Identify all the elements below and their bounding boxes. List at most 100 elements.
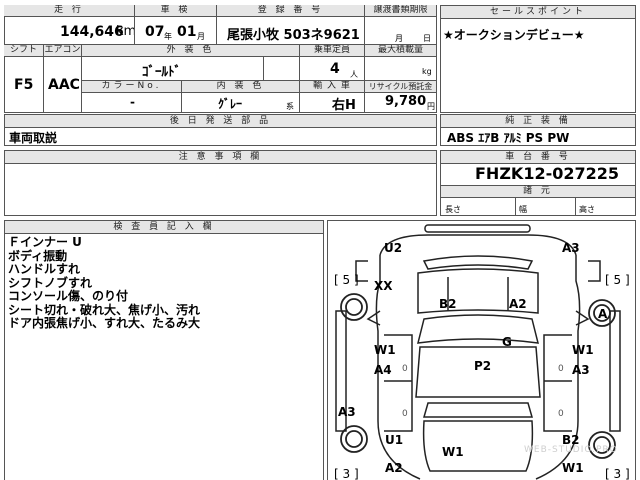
inspector-note-line: Ｆインナー U (8, 235, 82, 249)
equipment-label: 純 正 装 備 (441, 115, 635, 128)
inspection-year: 07 (145, 24, 165, 40)
length-label: 長さ (445, 205, 461, 214)
equipment-box: 純 正 装 備 ABS ｴｱB ｱﾙﾐ PS PW (440, 114, 636, 146)
max-load-unit: kg (422, 67, 432, 76)
panel-zero-left: 0 (402, 364, 408, 374)
panel-zero-right-lower: 0 (558, 409, 564, 419)
exterior-color-cell: ｺﾞｰﾙﾄﾞ (82, 57, 264, 81)
recycle-value: 9,780 (385, 94, 427, 109)
sales-point-box: セールスポイント ★オークションデビュー★ (440, 5, 636, 113)
import-label: 輸 入 車 (300, 81, 365, 93)
shift-value: F5 (14, 77, 34, 93)
damage-p2: P2 (474, 359, 492, 373)
dims-divider-1 (515, 198, 516, 216)
dims-label: 諸 元 (441, 185, 635, 198)
damage-a3-right: A3 (572, 363, 590, 377)
color-number-cell: - (82, 93, 182, 113)
transfer-day-unit: 日 (423, 34, 431, 43)
chassis-box: 車 台 番 号 FHZK12-027225 諸 元 長さ 幅 高さ (440, 150, 636, 216)
damage-a3-left: A3 (338, 405, 356, 419)
import-cell: 右H (300, 93, 365, 113)
inspector-note-line: ハンドルすれ (8, 262, 81, 276)
mileage-value: 144,646 (60, 24, 124, 40)
damage-u2: U2 (384, 241, 403, 255)
dims-row: 長さ 幅 高さ (441, 198, 635, 216)
delivered-parts-value: 車両取説 (9, 131, 58, 145)
damage-xx: XX (374, 279, 393, 293)
color-number-label: カラーNo. (82, 81, 182, 93)
inspection-cell: 07 年 01 月 (135, 17, 217, 45)
inspector-note-line: シフトノブすれ (8, 275, 93, 290)
chassis-label: 車 台 番 号 (441, 151, 635, 164)
interior-color-value: ｸﾞﾚｰ (218, 97, 243, 111)
registration-cell: 尾張小牧 503ネ9621 (217, 17, 365, 45)
registration-value: 尾張小牧 503ネ9621 (227, 28, 360, 43)
damage-a4: A4 (374, 363, 392, 377)
shift-label: シフト (4, 45, 44, 57)
damage-three-left: [ 3 ] (334, 467, 359, 480)
damage-a3-top: A3 (562, 241, 580, 255)
inspector-notes-lines: Ｆインナー U ボディ振動 ハンドルすれ シフトノブすれ コンソール傷、のり付 … (8, 235, 201, 331)
transfer-month-unit: 月 (395, 34, 403, 43)
inspection-label: 車 検 (135, 5, 217, 17)
capacity-label: 乗車定員 (300, 45, 365, 57)
caution-box: 注 意 事 項 欄 (4, 150, 437, 216)
damage-a2-bottom: A2 (385, 461, 403, 475)
delivered-parts-label: 後 日 発 送 部 品 (5, 115, 436, 128)
damage-three-right: [ 3 ] (605, 467, 630, 480)
damage-u1: U1 (385, 433, 404, 447)
height-label: 高さ (579, 205, 595, 214)
damage-w1-bottom-right: W1 (562, 461, 584, 475)
damage-a-right: A (598, 307, 608, 321)
inspection-month-unit: 月 (197, 32, 205, 41)
inspector-notes-label: 検 査 員 記 入 欄 (5, 221, 323, 234)
transfer-deadline-cell: 月 日 (365, 17, 437, 45)
panel-zero-left-lower: 0 (402, 409, 408, 419)
import-value: 右H (332, 98, 356, 113)
panel-zero-right: 0 (558, 364, 564, 374)
registration-label: 登 録 番 号 (217, 5, 365, 17)
inspection-year-unit: 年 (164, 32, 172, 41)
exterior-color-extra (264, 57, 300, 81)
sales-point-value: ★オークションデビュー★ (443, 28, 585, 42)
damage-b2-top: B2 (439, 297, 457, 311)
capacity-value: 4 (330, 61, 340, 77)
max-load-cell: kg (365, 57, 437, 81)
damage-g: G (502, 335, 512, 349)
width-label: 幅 (519, 205, 527, 214)
inspector-note-line: ドア内張焦げ小、すれ大、たるみ大 (8, 316, 201, 330)
color-number-value: - (130, 95, 135, 109)
equipment-value: ABS ｴｱB ｱﾙﾐ PS PW (447, 131, 570, 145)
interior-color-unit: 系 (286, 102, 294, 111)
interior-color-cell: ｸﾞﾚｰ 系 (182, 93, 300, 113)
recycle-cell: 9,780 円 (365, 93, 437, 113)
recycle-unit: 円 (427, 102, 435, 111)
chassis-value: FHZK12-027225 (475, 164, 620, 183)
inspection-month: 01 (177, 24, 197, 40)
sales-point-label: セールスポイント (441, 6, 635, 19)
recycle-label: リサイクル預託金 (365, 81, 437, 93)
mileage-cell: 144,646 km (4, 17, 135, 45)
inspector-note-line: コンソール傷、のり付 (8, 289, 129, 303)
damage-w1-bottom: W1 (442, 445, 464, 459)
damage-w1-left: W1 (374, 343, 396, 357)
aircon-cell: AAC (44, 57, 82, 113)
transfer-deadline-label: 譲渡書類期限 (365, 5, 437, 17)
inspector-note-line: ボディ振動 (8, 248, 68, 263)
dims-divider-2 (575, 198, 576, 216)
car-diagram-box: U2 A3 [ 5 ] [ 5 ] XX B2 A2 A G W1 W1 P2 … (327, 220, 636, 480)
aircon-label: エアコン (44, 45, 82, 57)
watermark: WEB-STUDIO.PRO (524, 445, 618, 455)
aircon-value: AAC (48, 77, 80, 93)
interior-color-label: 内 装 色 (182, 81, 300, 93)
capacity-unit: 人 (350, 70, 358, 79)
inspector-note-line: シート切れ・破れ大、焦げ小、汚れ (8, 302, 201, 317)
damage-a2-top: A2 (509, 297, 527, 311)
caution-label: 注 意 事 項 欄 (5, 151, 436, 164)
exterior-color-label: 外 装 色 (82, 45, 300, 57)
damage-five-left: [ 5 ] (334, 273, 359, 287)
shift-cell: F5 (4, 57, 44, 113)
max-load-label: 最大積載量 (365, 45, 437, 57)
capacity-cell: 4 人 (300, 57, 365, 81)
delivered-parts-box: 後 日 発 送 部 品 車両取説 (4, 114, 437, 146)
